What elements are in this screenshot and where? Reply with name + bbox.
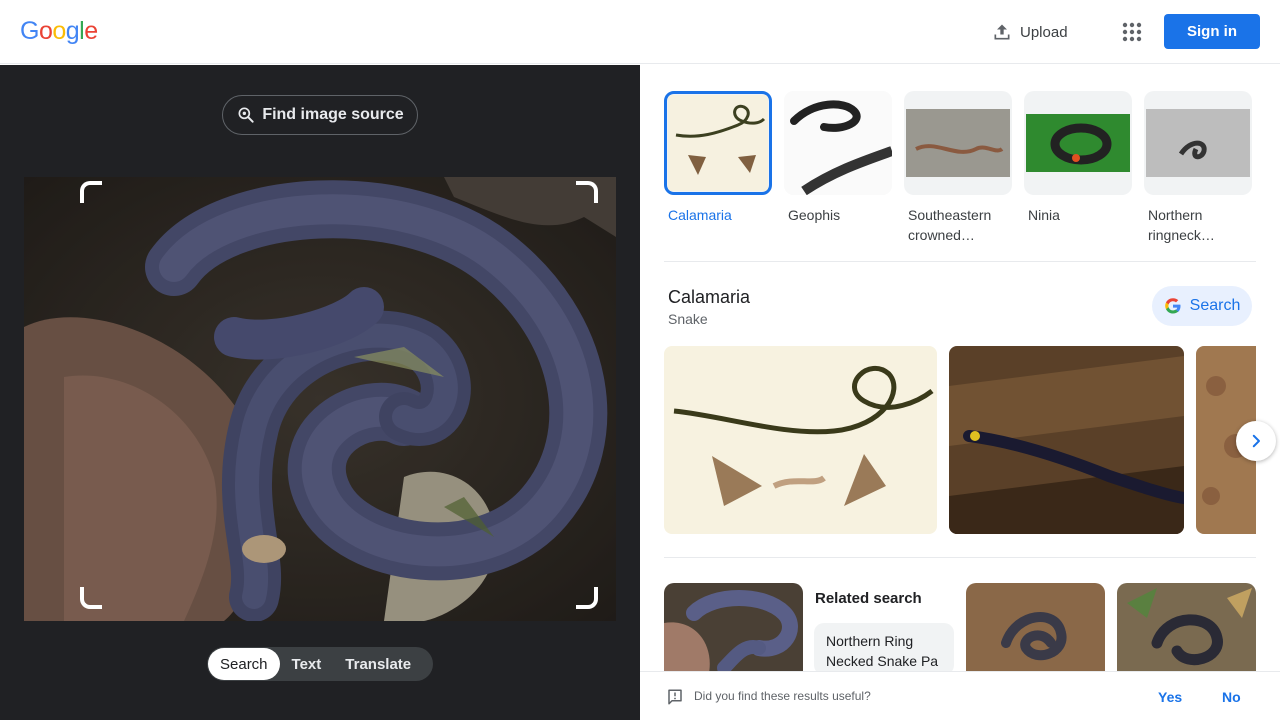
feedback-no-button[interactable]: No [1222,689,1241,705]
chip-northern-ringneck[interactable]: Northern ringneck… [1144,91,1252,245]
apps-grid-icon[interactable] [1120,20,1144,44]
section-divider [664,261,1256,262]
top-header: Google Upload Sign in [0,0,1280,64]
chip-calamaria[interactable]: Calamaria [664,91,772,245]
related-image[interactable] [1117,583,1256,671]
chip-label: Ninia [1028,207,1060,223]
feedback-question: Did you find these results useful? [694,689,871,703]
chip-ninia[interactable]: Ninia [1024,91,1132,245]
chip-label-line: crowned… [908,227,975,243]
related-chip-line: Necked Snake Pa [826,653,939,669]
entity-search-label: Search [1189,297,1241,314]
chip-thumbnail [1144,91,1252,195]
crop-handle-top-left[interactable] [80,181,102,203]
sign-in-button[interactable]: Sign in [1164,14,1260,49]
related-image[interactable] [966,583,1105,671]
chip-label: Geophis [788,207,841,223]
upload-button[interactable]: Upload [992,20,1068,44]
mode-translate-tab[interactable]: Translate [333,648,423,680]
chip-thumbnail [904,91,1012,195]
entity-search-button[interactable]: Search [1152,286,1252,326]
related-search-title: Related search [815,590,922,607]
chip-geophis[interactable]: Geophis [784,91,892,245]
upload-icon [994,24,1010,40]
lens-search-icon [238,107,254,123]
google-logo[interactable]: Google [20,17,98,46]
entity-chips: Calamaria Geophis Southeastern crowned… … [664,91,1252,245]
mode-search-tab[interactable]: Search [208,648,280,680]
entity-title: Calamaria [668,287,751,307]
chip-thumbnail [664,91,772,195]
gallery-image[interactable] [664,346,937,534]
chip-thumbnail [784,91,892,195]
query-image[interactable] [24,177,616,621]
chip-label: Calamaria [668,207,732,223]
gallery-image[interactable] [949,346,1184,534]
google-g-icon [1164,298,1181,314]
feedback-yes-button[interactable]: Yes [1158,689,1182,705]
gallery-next-button[interactable] [1236,421,1276,461]
chip-label-line: Northern [1148,207,1203,223]
logo-letter: G [20,17,39,45]
chip-thumbnail [1024,91,1132,195]
crop-selection[interactable] [80,181,598,609]
section-divider [664,557,1256,558]
related-image[interactable] [664,583,803,671]
upload-label: Upload [1020,23,1068,41]
mode-text-tab[interactable]: Text [280,648,334,680]
logo-letter: o [52,17,66,45]
image-query-pane: Find image source Search Text Translate [0,65,640,720]
logo-letter: e [84,17,98,45]
feedback-bar: Did you find these results useful? Yes N… [640,671,1280,720]
logo-letter: g [65,17,80,45]
find-image-source-label: Find image source [262,106,404,123]
crop-handle-bottom-left[interactable] [80,587,102,609]
chip-label: Southeastern crowned… [904,205,1012,245]
chip-label: Northern ringneck… [1144,205,1252,245]
chevron-right-icon [1252,434,1260,448]
related-search-chip[interactable]: Northern Ring Necked Snake Pa [814,623,954,671]
results-pane: Calamaria Geophis Southeastern crowned… … [640,65,1280,671]
mode-switcher: Search Text Translate [207,647,433,681]
chip-label-line: ringneck… [1148,227,1215,243]
find-image-source-button[interactable]: Find image source [222,95,418,135]
related-chip-line: Northern Ring [826,633,914,649]
entity-subtitle: Snake [668,311,708,327]
crop-handle-top-right[interactable] [576,181,598,203]
crop-handle-bottom-right[interactable] [576,587,598,609]
feedback-icon [668,689,682,705]
logo-letter: o [38,17,53,45]
chip-label-line: Southeastern [908,207,992,223]
chip-southeastern-crowned[interactable]: Southeastern crowned… [904,91,1012,245]
